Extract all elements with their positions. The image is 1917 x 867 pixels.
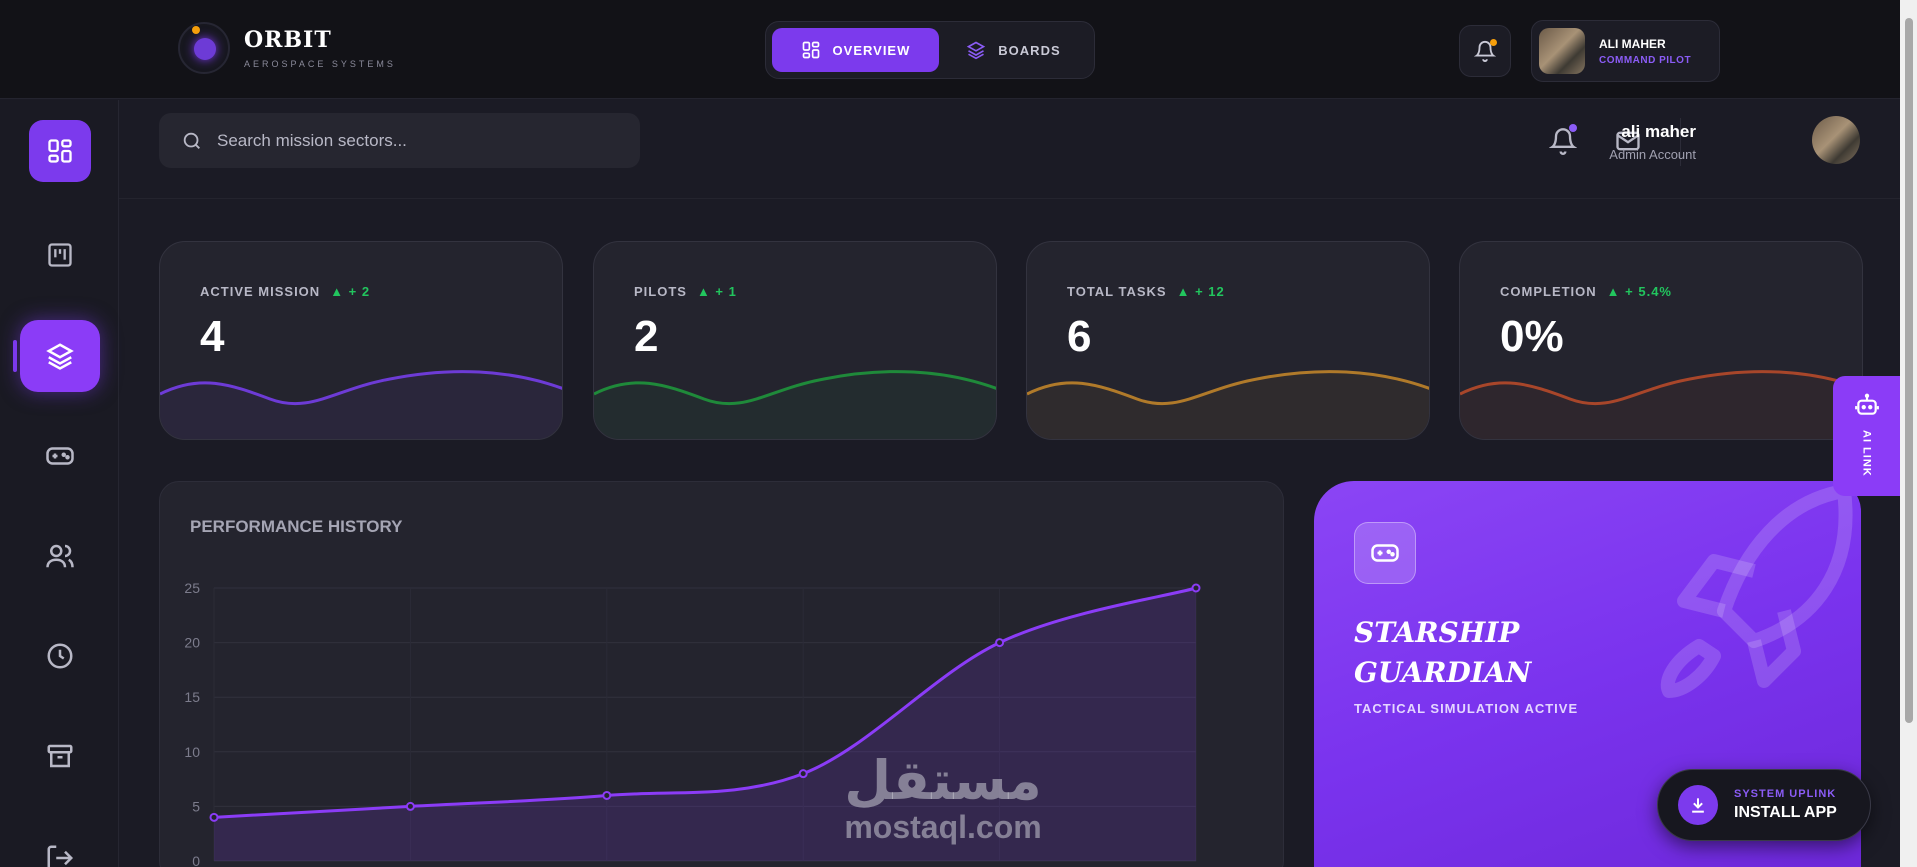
tab-boards[interactable]: BOARDS (939, 28, 1088, 72)
y-tick-label: 0 (192, 853, 200, 867)
tab-boards-label: BOARDS (998, 42, 1061, 58)
notifications-button[interactable] (1459, 25, 1511, 77)
stat-label: TOTAL TASKS (1067, 284, 1167, 299)
sidebar-item-board[interactable] (40, 235, 80, 275)
data-point[interactable] (405, 801, 415, 811)
layers-icon (967, 41, 986, 60)
tab-overview[interactable]: OVERVIEW (772, 28, 939, 72)
top-user-name: ALI MAHER (1599, 36, 1666, 51)
kanban-icon (48, 243, 72, 267)
sparkline (594, 370, 996, 439)
tab-overview-label: OVERVIEW (832, 42, 911, 58)
avatar (1539, 28, 1585, 74)
y-tick-label: 10 (184, 744, 200, 760)
stat-label: COMPLETION (1500, 284, 1597, 299)
sidebar-item-archive[interactable] (40, 736, 80, 776)
layers-icon (46, 343, 74, 370)
sidebar (0, 100, 119, 867)
dashboard-icon (48, 139, 72, 163)
watermark-arabic: مستقل (844, 749, 1042, 812)
sidebar-item-layers[interactable] (20, 320, 100, 392)
top-user-role: COMMAND PILOT (1599, 54, 1692, 66)
install-kicker: SYSTEM UPLINK (1734, 788, 1837, 800)
performance-panel: PERFORMANCE HISTORY 0 5 10 15 20 25 (159, 481, 1284, 867)
y-tick-label: 25 (184, 580, 200, 596)
stat-label: ACTIVE MISSION (200, 284, 321, 299)
notification-dot (1490, 39, 1497, 46)
stat-card-total-tasks[interactable]: TOTAL TASKS ▲ + 12 6 (1026, 241, 1430, 440)
watermark-latin: mostaql.com (844, 809, 1042, 845)
stat-card-pilots[interactable]: PILOTS ▲ + 1 2 (593, 241, 997, 440)
sidebar-item-users[interactable] (40, 536, 80, 576)
sidebar-item-dashboard[interactable] (29, 120, 91, 182)
data-point[interactable] (798, 769, 808, 779)
data-point[interactable] (995, 638, 1005, 648)
header-user-role: Admin Account (1609, 147, 1696, 162)
scrollbar[interactable] (1900, 0, 1917, 867)
stat-value: 6 (1067, 312, 1092, 361)
starship-subtitle: TACTICAL SIMULATION ACTIVE (1354, 701, 1579, 716)
sidebar-item-games[interactable] (40, 436, 80, 476)
top-user-card[interactable]: ALI MAHER COMMAND PILOT (1531, 20, 1720, 82)
performance-chart: 0 5 10 15 20 25 (184, 580, 1201, 867)
notification-dot (1569, 124, 1577, 132)
gamepad-icon (46, 447, 74, 465)
data-point[interactable] (1191, 583, 1201, 593)
archive-icon (47, 744, 73, 768)
brand[interactable]: ORBIT AEROSPACE SYSTEMS (178, 22, 396, 74)
stat-delta: ▲ + 12 (1176, 284, 1225, 299)
stat-label: PILOTS (634, 284, 687, 299)
robot-icon (1854, 393, 1879, 415)
y-tick-label: 5 (192, 798, 200, 814)
y-tick-label: 20 (184, 635, 200, 651)
header-user-name: ali maher (1621, 122, 1696, 141)
ai-link-tab[interactable]: AI LINK (1833, 376, 1900, 496)
download-icon (1678, 785, 1718, 825)
brand-title: ORBIT (244, 27, 332, 53)
stat-card-active-mission[interactable]: ACTIVE MISSION ▲ + 2 4 (159, 241, 563, 440)
search-input[interactable] (217, 130, 597, 151)
users-icon (46, 544, 74, 568)
view-switcher: OVERVIEW BOARDS (765, 21, 1095, 79)
ai-link-label: AI LINK (1860, 430, 1873, 477)
install-app-button[interactable]: SYSTEM UPLINK INSTALL APP (1657, 769, 1871, 841)
rocket-icon (1660, 484, 1853, 698)
stat-value: 2 (634, 312, 659, 361)
sparkline (1460, 370, 1862, 439)
dashboard-icon (802, 41, 819, 59)
header-notifications-button[interactable] (1549, 124, 1577, 155)
starship-title: STARSHIP GUARDIAN (1354, 616, 1532, 689)
active-indicator (13, 340, 17, 372)
brand-subtitle: AEROSPACE SYSTEMS (244, 59, 396, 69)
header-user[interactable]: ali maher Admin Account (1609, 122, 1696, 162)
stat-delta: ▲ + 5.4% (1606, 284, 1672, 299)
sidebar-item-logout[interactable] (40, 838, 80, 867)
search-bar[interactable] (159, 113, 640, 168)
install-label: INSTALL APP (1734, 804, 1837, 821)
data-point[interactable] (209, 812, 219, 822)
search-icon (183, 132, 200, 149)
stat-delta: ▲ + 1 (696, 284, 737, 299)
sidebar-item-history[interactable] (40, 636, 80, 676)
scrollbar-thumb[interactable] (1905, 18, 1913, 723)
stat-value: 0% (1500, 312, 1564, 361)
top-bar: ORBIT AEROSPACE SYSTEMS OVERVIEW BOARDS … (0, 0, 1900, 99)
orbit-logo-icon (178, 22, 230, 74)
series-area (214, 588, 1196, 861)
watermark: مستقل mostaql.com (843, 749, 1043, 845)
stat-delta: ▲ + 2 (330, 284, 371, 299)
divider (119, 198, 1900, 199)
logout-icon (47, 845, 74, 867)
sparkline (1027, 370, 1429, 439)
stat-value: 4 (200, 312, 225, 361)
stat-card-completion[interactable]: COMPLETION ▲ + 5.4% 0% (1459, 241, 1863, 440)
sparkline (160, 370, 562, 439)
gamepad-icon (1354, 522, 1416, 584)
data-point[interactable] (602, 790, 612, 800)
clock-icon (47, 643, 73, 669)
y-tick-label: 15 (184, 689, 200, 705)
header-avatar[interactable] (1812, 116, 1860, 164)
